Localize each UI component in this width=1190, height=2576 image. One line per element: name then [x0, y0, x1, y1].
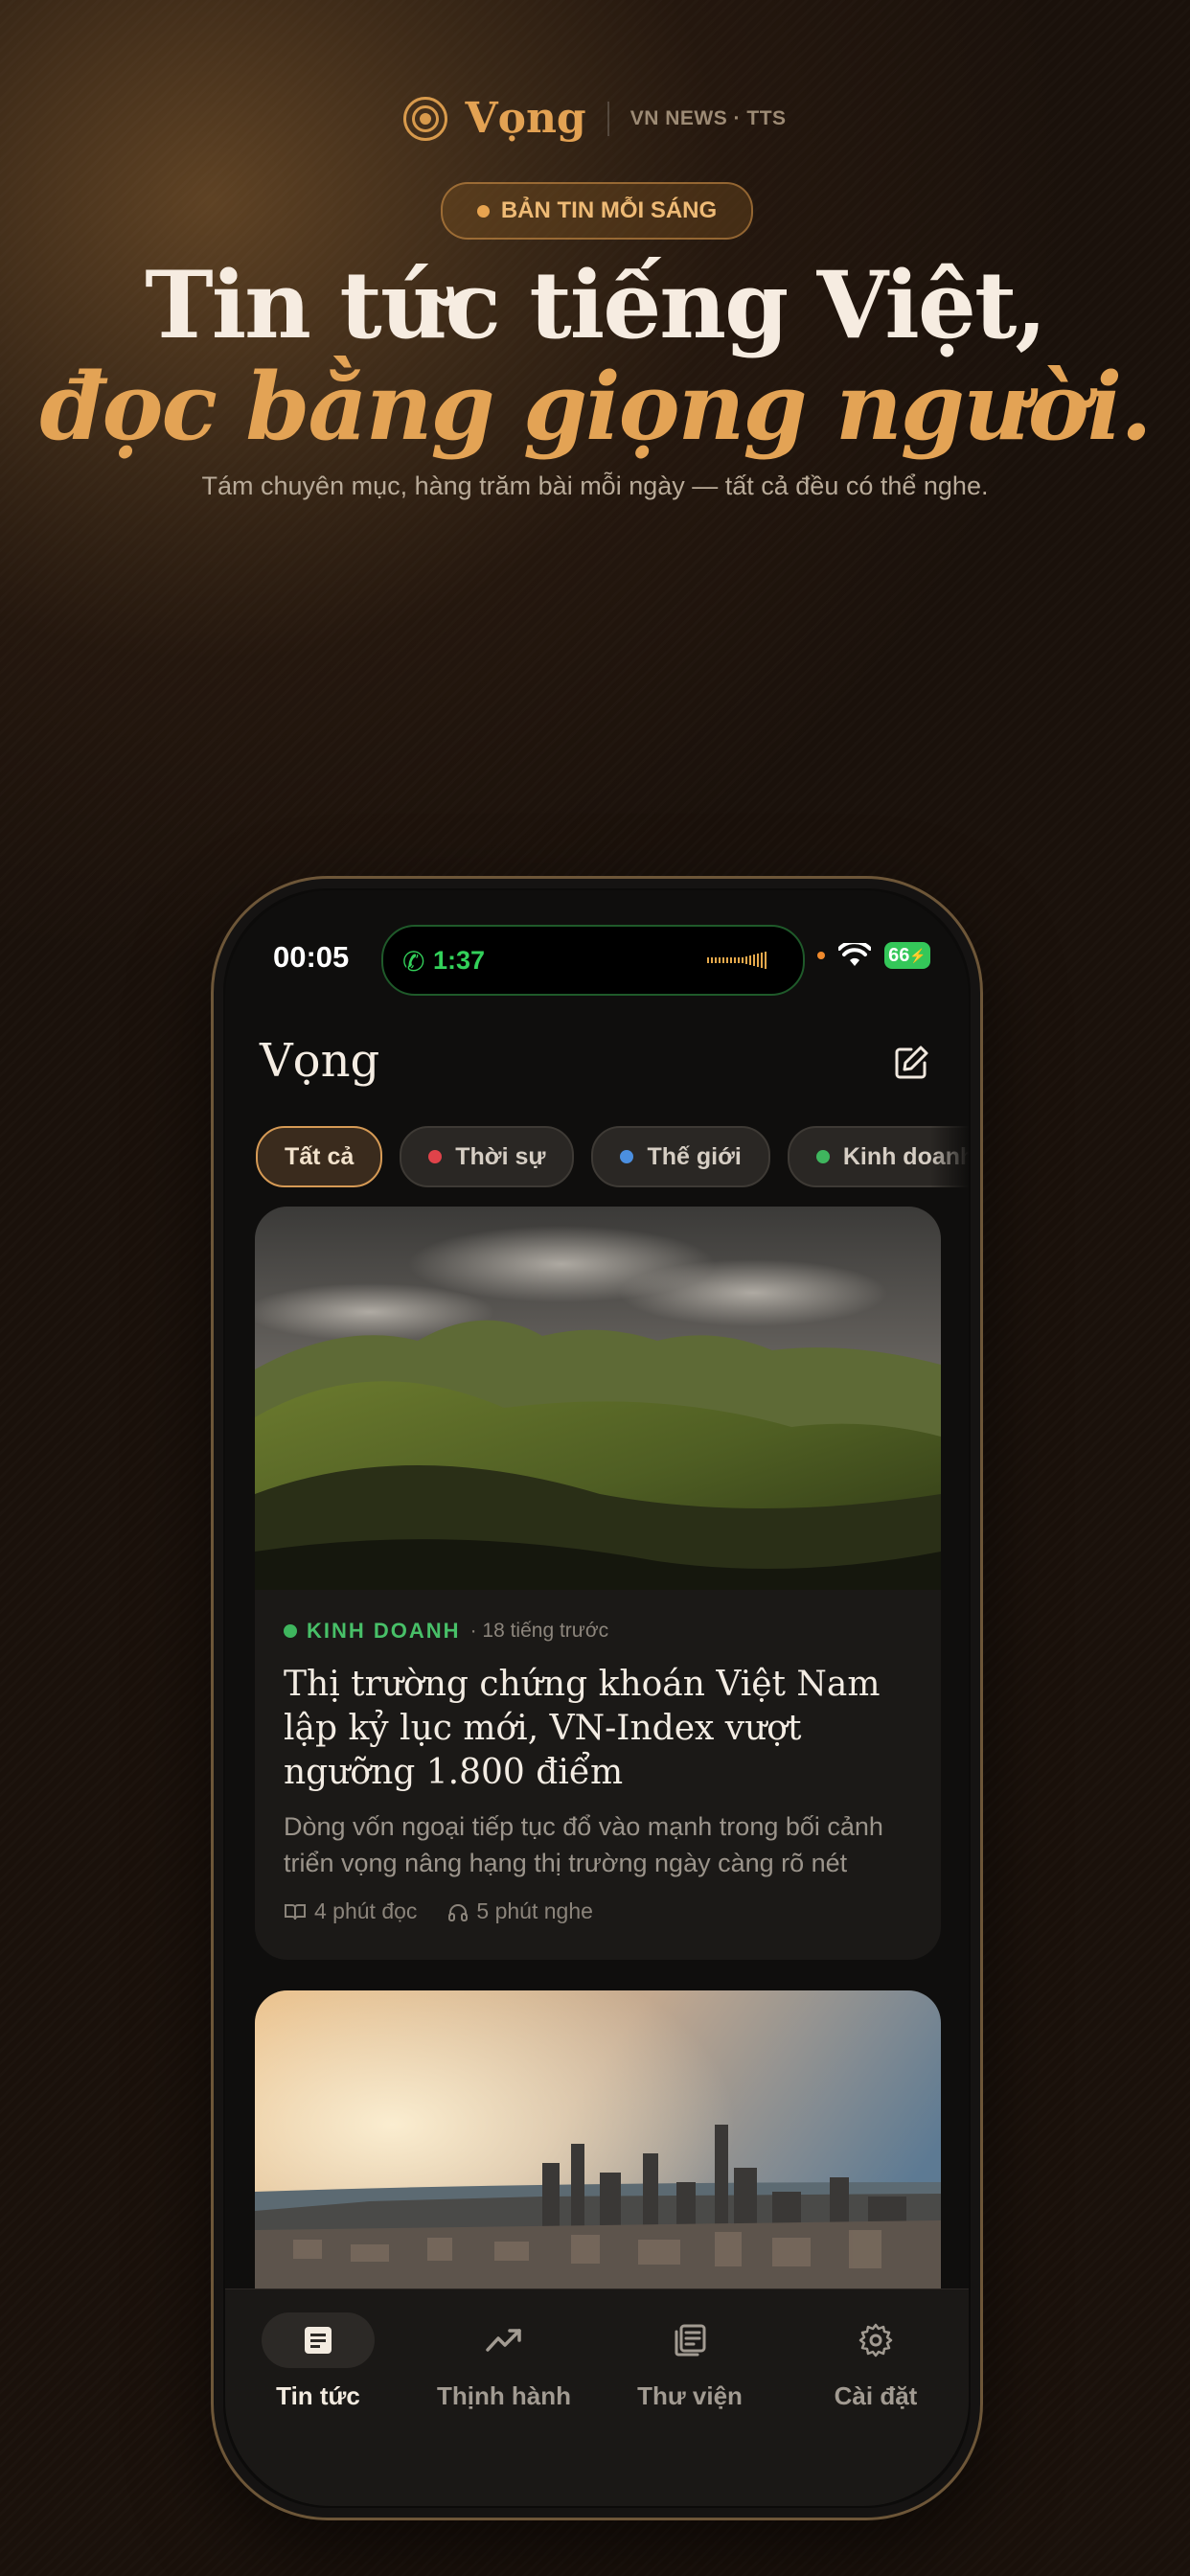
wifi-icon	[838, 943, 871, 966]
article-card[interactable]	[255, 1990, 941, 2335]
headphones-icon	[448, 1903, 469, 1921]
tab-label: Thịnh hành	[436, 2381, 572, 2410]
tab-label: Cài đặt	[834, 2381, 918, 2410]
tab-label: Tin tức	[276, 2381, 360, 2410]
chip-all[interactable]: Tất cả	[256, 1126, 383, 1187]
phone-frame: 00:05 ✆ 1:37 66 ⚡ Vọng Tất cả Thời sự Th…	[211, 876, 983, 2520]
article-image-city	[255, 1990, 941, 2335]
tab-library[interactable]: Thư viện	[597, 2312, 783, 2411]
app-title: Vọng	[260, 1034, 380, 1088]
battery-level: 66	[888, 944, 910, 966]
audio-waveform-icon	[707, 951, 780, 970]
category-dot	[284, 1624, 297, 1638]
gear-icon	[858, 2323, 893, 2358]
tab-news[interactable]: Tin tức	[225, 2312, 411, 2411]
status-indicators: 66 ⚡	[817, 942, 930, 969]
badge-label: BẢN TIN MỖI SÁNG	[500, 197, 718, 223]
hero-headline-line2: đọc bằng giọng người.	[39, 353, 1152, 461]
article-icon	[305, 2327, 332, 2354]
brand-divider	[606, 101, 609, 136]
compose-icon[interactable]	[892, 1044, 930, 1082]
tab-bar: Tin tức Thịnh hành Thư viện Cài đặt	[225, 2288, 969, 2506]
article-card[interactable]: KINH DOANH · 18 tiếng trước Thị trường c…	[255, 1207, 941, 1960]
badge-dot	[476, 204, 490, 218]
call-duration: 1:37	[433, 946, 486, 975]
hero-headline-line1: Tin tức tiếng Việt,	[145, 251, 1046, 359]
chip-label: Tất cả	[285, 1142, 355, 1170]
trending-icon	[486, 2329, 521, 2352]
chip-label: Thời sự	[455, 1142, 546, 1170]
logo-rings-icon	[403, 96, 448, 141]
article-meta: KINH DOANH · 18 tiếng trước	[284, 1619, 608, 1644]
article-headline: Thị trường chứng khoán Việt Nam lập kỷ l…	[284, 1665, 881, 1792]
listen-time: 5 phút nghe	[447, 1898, 593, 1924]
tab-settings[interactable]: Cài đặt	[783, 2312, 969, 2411]
read-time: 4 phút đọc	[284, 1898, 417, 1924]
category-chips: Tất cả Thời sự Thế giới Kinh doanh	[256, 1126, 969, 1187]
privacy-indicator-dot	[817, 952, 825, 959]
category-dot	[428, 1150, 443, 1163]
brand-header: Vọng VN NEWS · TTS	[0, 94, 1190, 143]
category-dot	[620, 1150, 634, 1163]
article-time: · 18 tiếng trước	[469, 1620, 609, 1642]
library-icon	[675, 2324, 706, 2357]
phone-call-icon: ✆	[402, 947, 425, 977]
article-stats: 4 phút đọc 5 phút nghe	[284, 1898, 593, 1924]
tab-label: Thư viện	[637, 2381, 743, 2410]
book-icon	[285, 1903, 306, 1920]
article-category: KINH DOANH	[307, 1619, 461, 1643]
hero-badge: BẢN TIN MỖI SÁNG	[441, 182, 753, 240]
article-excerpt: Dòng vốn ngoại tiếp tục đổ vào mạnh tron…	[284, 1812, 883, 1877]
read-time-label: 4 phút đọc	[314, 1898, 418, 1923]
chip-the-gioi[interactable]: Thế giới	[591, 1126, 770, 1187]
brand-tagline: VN NEWS · TTS	[629, 106, 787, 129]
chips-fade	[930, 1120, 969, 1189]
tab-trending[interactable]: Thịnh hành	[411, 2312, 597, 2411]
category-dot	[815, 1150, 830, 1163]
chip-label: Thế giới	[647, 1142, 742, 1170]
hero-subtitle: Tám chuyên mục, hàng trăm bài mỗi ngày —…	[201, 472, 989, 500]
listen-time-label: 5 phút nghe	[476, 1898, 593, 1923]
phone-screen: 00:05 ✆ 1:37 66 ⚡ Vọng Tất cả Thời sự Th…	[225, 890, 969, 2506]
article-image-mountains	[255, 1207, 941, 1590]
brand-name: Vọng	[465, 94, 586, 143]
battery-indicator: 66 ⚡	[884, 942, 930, 969]
status-time: 00:05	[273, 940, 350, 974]
chip-thoi-su[interactable]: Thời sự	[400, 1126, 575, 1187]
dynamic-island-call[interactable]: ✆ 1:37	[381, 925, 805, 996]
